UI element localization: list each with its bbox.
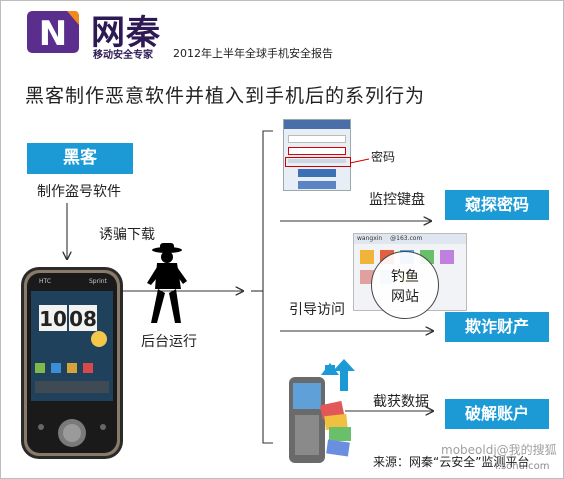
svg-text:10: 10 bbox=[39, 307, 67, 331]
result-box-1: 窥探密码 bbox=[445, 190, 549, 220]
behavior-action-1: 监控键盘 bbox=[369, 192, 425, 208]
phishing-bubble: 钓鱼 网站 bbox=[371, 251, 439, 319]
slide: N 网秦 移动安全专家 2012年上半年全球手机安全报告 黑客制作恶意软件并植入… bbox=[0, 0, 564, 479]
watermark-text: mobeoldj@我的搜狐 bbox=[441, 443, 557, 457]
watermark-site: i.sohu.com bbox=[495, 461, 550, 472]
behavior-action-3: 截获数据 bbox=[373, 394, 429, 410]
svg-text:08: 08 bbox=[69, 307, 97, 331]
result-box-3-text: 破解账户 bbox=[464, 404, 529, 423]
svg-text:HTC: HTC bbox=[39, 278, 51, 285]
password-highlight bbox=[285, 157, 351, 167]
hacker-figure-icon bbox=[143, 241, 193, 327]
email-domain: @163.com bbox=[390, 235, 423, 242]
phishing-line-2: 网站 bbox=[391, 289, 419, 305]
result-box-2: 欺诈财产 bbox=[445, 312, 549, 342]
email-user: wangxin bbox=[357, 235, 383, 242]
result-box-1-text: 窥探密码 bbox=[464, 195, 529, 214]
behavior-action-2: 引导访问 bbox=[289, 302, 345, 318]
password-note: 密码 bbox=[371, 150, 396, 164]
login-screenshot bbox=[283, 119, 351, 191]
upload-arrow-icon bbox=[333, 359, 355, 391]
result-box-3: 破解账户 bbox=[445, 399, 549, 429]
result-box-2-text: 欺诈财产 bbox=[464, 317, 529, 336]
phone-image: 10 08 HTC Sprint bbox=[19, 265, 125, 461]
phishing-line-1: 钓鱼 bbox=[391, 269, 419, 285]
svg-text:Sprint: Sprint bbox=[89, 278, 108, 285]
